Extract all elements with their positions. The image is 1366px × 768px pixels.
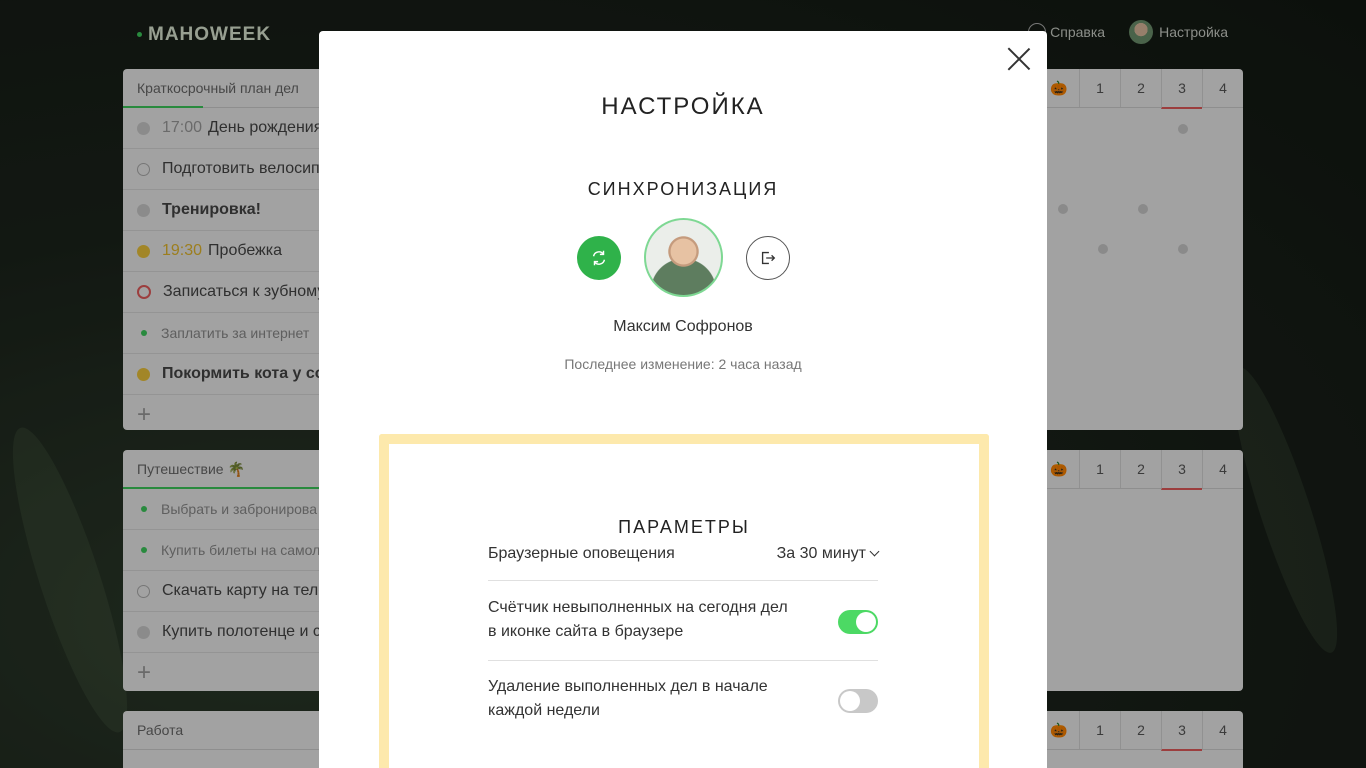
param-label: в иконке сайта в браузере bbox=[488, 623, 684, 640]
delete-completed-row: Удаление выполненных дел в начале каждой… bbox=[488, 675, 878, 739]
counter-row: Счётчик невыполненных на сегодня дел в и… bbox=[488, 596, 878, 661]
user-name: Максим Софронов bbox=[613, 318, 753, 335]
sync-icon bbox=[592, 250, 606, 266]
close-icon[interactable] bbox=[1007, 47, 1031, 71]
notification-time-dropdown[interactable]: За 30 минут bbox=[777, 542, 880, 566]
delete-completed-toggle[interactable] bbox=[838, 689, 878, 713]
logout-button[interactable] bbox=[746, 236, 790, 280]
user-avatar bbox=[646, 220, 721, 295]
params-title: ПАРАМЕТРЫ bbox=[618, 517, 750, 537]
param-label: каждой недели bbox=[488, 702, 600, 719]
chevron-down-icon bbox=[869, 546, 880, 557]
param-label: Удаление выполненных дел в начале bbox=[488, 678, 768, 695]
param-label: Счётчик невыполненных на сегодня дел bbox=[488, 599, 788, 616]
last-change-text: Последнее изменение: 2 часа назад bbox=[564, 356, 802, 372]
param-label: Браузерные оповещения bbox=[488, 545, 675, 562]
sync-button[interactable] bbox=[577, 236, 621, 280]
browser-notifications-row: Браузерные оповещения За 30 минут bbox=[488, 542, 880, 581]
logout-icon bbox=[761, 251, 776, 265]
sync-section-title: СИНХРОНИЗАЦИЯ bbox=[587, 179, 779, 199]
settings-modal: НАСТРОЙКА СИНХРОНИЗАЦИЯ Максим Софронов … bbox=[319, 31, 1047, 768]
counter-toggle[interactable] bbox=[838, 610, 878, 634]
params-panel: ПАРАМЕТРЫ Браузерные оповещения За 30 ми… bbox=[379, 434, 989, 768]
modal-title: НАСТРОЙКА bbox=[601, 93, 765, 120]
